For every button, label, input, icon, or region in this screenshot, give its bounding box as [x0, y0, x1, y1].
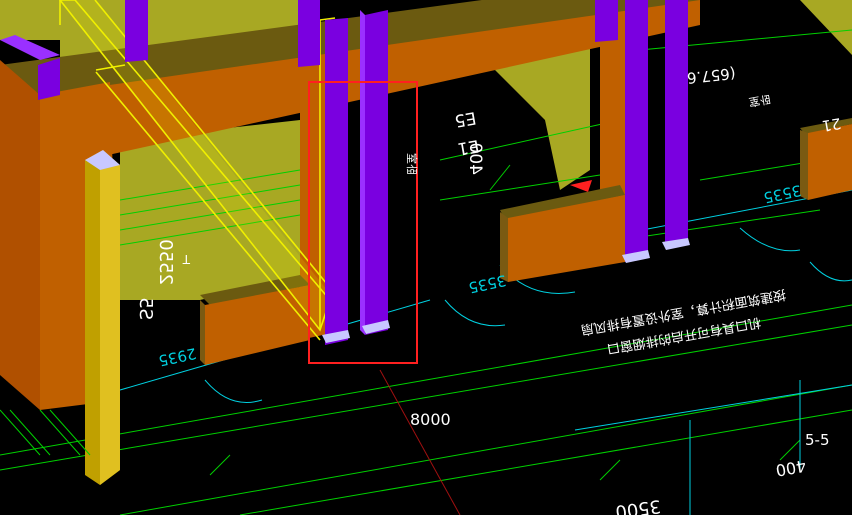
dim-line-9: [619, 209, 821, 241]
col-selected-2: [365, 10, 388, 335]
dim-line-3: [119, 384, 852, 515]
hatch-1: [39, 409, 81, 456]
door-tag-3535-right: 3535: [762, 181, 803, 207]
door-swing-2: [444, 299, 506, 327]
label-e1: E1: [456, 135, 481, 158]
dim-line-4: [239, 409, 852, 515]
dim-text-8000: 8000: [410, 410, 451, 429]
col-top-mid2: [298, 0, 320, 67]
col-mid-upper: [595, 0, 618, 42]
hatch-4: [9, 409, 51, 456]
tick-1: [489, 164, 511, 191]
col-right-1: [625, 0, 648, 262]
olive-slab-top-left: [0, 0, 60, 40]
dim-text-3500: 3500: [614, 495, 662, 515]
door-swing-3: [739, 227, 801, 252]
cyan-dim-1: [574, 384, 852, 431]
scene-canvas[interactable]: 8000 3500 400 400 5-5 2550 3535 3535 293…: [0, 0, 852, 515]
col-left-face: [38, 58, 60, 100]
door-swing-5: [204, 379, 263, 403]
label-t: T: [182, 252, 191, 266]
axis-line-red: [379, 369, 461, 515]
col-selected-1: [325, 18, 348, 345]
col-right-2: [665, 0, 688, 248]
red-marker: [570, 180, 592, 192]
dim-text-2550: 2550: [155, 239, 176, 285]
hatch-3: [0, 409, 41, 456]
left-wall-front: [0, 60, 40, 410]
low-wall-left-side: [200, 300, 205, 365]
tick-3: [779, 439, 801, 461]
door-tag-3535-mid: 3535: [467, 271, 508, 297]
room-label-mid: 卧室: [405, 153, 419, 175]
cad-3d-viewport[interactable]: 8000 3500 400 400 5-5 2550 3535 3535 293…: [0, 0, 852, 515]
hatch-strip: [0, 409, 91, 456]
tick-2: [599, 459, 621, 481]
col-top-mid: [125, 0, 148, 62]
dim-text-400-right: 400: [774, 456, 807, 480]
hatch-2: [49, 409, 91, 456]
dim-text-5-5: 5-5: [805, 431, 830, 449]
door-tag-2935: 2935: [157, 344, 198, 370]
label-two-right: 21: [821, 114, 843, 135]
label-s5: S5: [135, 297, 156, 320]
col-selected-2-side: [360, 10, 365, 335]
low-wall-right-front: [808, 124, 852, 200]
label-mirror-top: (657.6: [686, 64, 736, 87]
olive-slab-right-top: [800, 0, 852, 55]
post-foreground-side: [100, 165, 120, 485]
door-swing-4: [809, 261, 852, 282]
dim-line-2: [0, 324, 852, 471]
tick-4: [209, 454, 231, 476]
label-e5: E5: [453, 107, 478, 130]
room-label-top: 卧室: [748, 92, 772, 110]
